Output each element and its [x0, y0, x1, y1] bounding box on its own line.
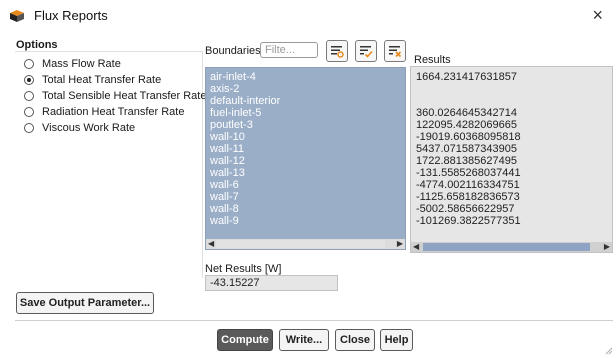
result-value: 1664.231417631857 — [416, 71, 517, 83]
filter-list-icon — [331, 46, 344, 58]
list-item[interactable]: wall-10 — [210, 131, 245, 143]
option-label: Viscous Work Rate — [42, 122, 136, 134]
option-mass-flow-rate[interactable]: Mass Flow Rate — [24, 56, 121, 72]
boundaries-filter-input[interactable] — [260, 42, 318, 58]
list-item[interactable]: wall-11 — [210, 143, 244, 155]
radio-button-selected[interactable] — [24, 75, 34, 85]
scrollbar-thumb[interactable] — [423, 243, 590, 251]
close-button[interactable]: Close — [335, 329, 375, 351]
deselect-all-button[interactable] — [384, 40, 406, 62]
radio-button[interactable] — [24, 59, 34, 69]
result-value: -131.5585268037441 — [416, 167, 521, 179]
save-output-parameter-button[interactable]: Save Output Parameter... — [16, 292, 154, 314]
close-window-icon[interactable]: × — [592, 5, 603, 25]
result-value: -101269.3822577351 — [416, 215, 521, 227]
list-item[interactable]: wall-13 — [210, 167, 245, 179]
result-value: -1125.658182836573 — [416, 191, 520, 203]
radio-button[interactable] — [24, 123, 34, 133]
select-all-button[interactable] — [355, 40, 377, 62]
boundaries-heading: Boundaries — [205, 45, 261, 57]
scroll-left-icon[interactable]: ◀ — [208, 240, 214, 248]
results-heading: Results — [414, 54, 451, 66]
option-total-sensible-heat-transfer-rate[interactable]: Total Sensible Heat Transfer Rate — [24, 88, 206, 104]
list-item[interactable]: wall-8 — [210, 203, 239, 215]
list-item[interactable]: fuel-inlet-5 — [210, 107, 261, 119]
list-item[interactable]: default-interior — [210, 95, 280, 107]
list-item[interactable]: wall-9 — [210, 215, 239, 227]
list-item[interactable]: wall-6 — [210, 179, 239, 191]
option-total-heat-transfer-rate[interactable]: Total Heat Transfer Rate — [24, 72, 161, 88]
write-button[interactable]: Write... — [279, 329, 329, 351]
resize-grip-icon[interactable] — [605, 347, 613, 355]
boundaries-horizontal-scrollbar[interactable]: ◀ ▶ — [206, 239, 405, 249]
result-value: -4774.002116334751 — [416, 179, 520, 191]
option-viscous-work-rate[interactable]: Viscous Work Rate — [24, 120, 135, 136]
scrollbar-thumb[interactable] — [216, 240, 385, 248]
result-value: 360.0264645342714 — [416, 107, 517, 119]
result-value: -5002.58656622957 — [416, 203, 515, 215]
result-value: 5437.071587343905 — [416, 143, 517, 155]
option-label: Mass Flow Rate — [42, 58, 121, 70]
scroll-right-icon[interactable]: ▶ — [604, 243, 610, 251]
options-heading: Options — [16, 39, 58, 51]
list-item[interactable]: wall-12 — [210, 155, 245, 167]
deselect-all-icon — [389, 46, 402, 58]
flux-app-icon — [10, 10, 24, 22]
list-item[interactable]: axis-2 — [210, 83, 239, 95]
radio-button[interactable] — [24, 107, 34, 117]
results-horizontal-scrollbar[interactable]: ◀ ▶ — [411, 242, 612, 252]
results-list: 1664.231417631857 360.0264645342714 1220… — [410, 66, 613, 253]
divider — [15, 320, 613, 321]
result-value: -19019.60368095818 — [416, 131, 521, 143]
scroll-right-icon[interactable]: ▶ — [397, 240, 403, 248]
help-button[interactable]: Help — [380, 329, 413, 351]
option-label: Radiation Heat Transfer Rate — [42, 106, 185, 118]
result-value: 122095.4282069665 — [416, 119, 517, 131]
list-item[interactable]: poutlet-3 — [210, 119, 253, 131]
option-label: Total Sensible Heat Transfer Rate — [42, 90, 207, 102]
boundaries-list[interactable]: air-inlet-4 axis-2 default-interior fuel… — [205, 67, 406, 250]
select-all-icon — [360, 46, 373, 58]
list-item[interactable]: wall-7 — [210, 191, 239, 203]
option-radiation-heat-transfer-rate[interactable]: Radiation Heat Transfer Rate — [24, 104, 184, 120]
list-item[interactable]: air-inlet-4 — [210, 71, 256, 83]
radio-button[interactable] — [24, 91, 34, 101]
filter-options-button[interactable] — [326, 40, 348, 62]
option-label: Total Heat Transfer Rate — [42, 74, 162, 86]
net-results-label: Net Results [W] — [205, 263, 282, 275]
scroll-left-icon[interactable]: ◀ — [413, 243, 419, 251]
result-value: 1722.881385627495 — [416, 155, 517, 167]
compute-button[interactable]: Compute — [217, 329, 273, 351]
window-title: Flux Reports — [34, 8, 108, 23]
title-bar: Flux Reports × — [0, 0, 616, 32]
net-results-field: -43.15227 — [205, 275, 338, 291]
